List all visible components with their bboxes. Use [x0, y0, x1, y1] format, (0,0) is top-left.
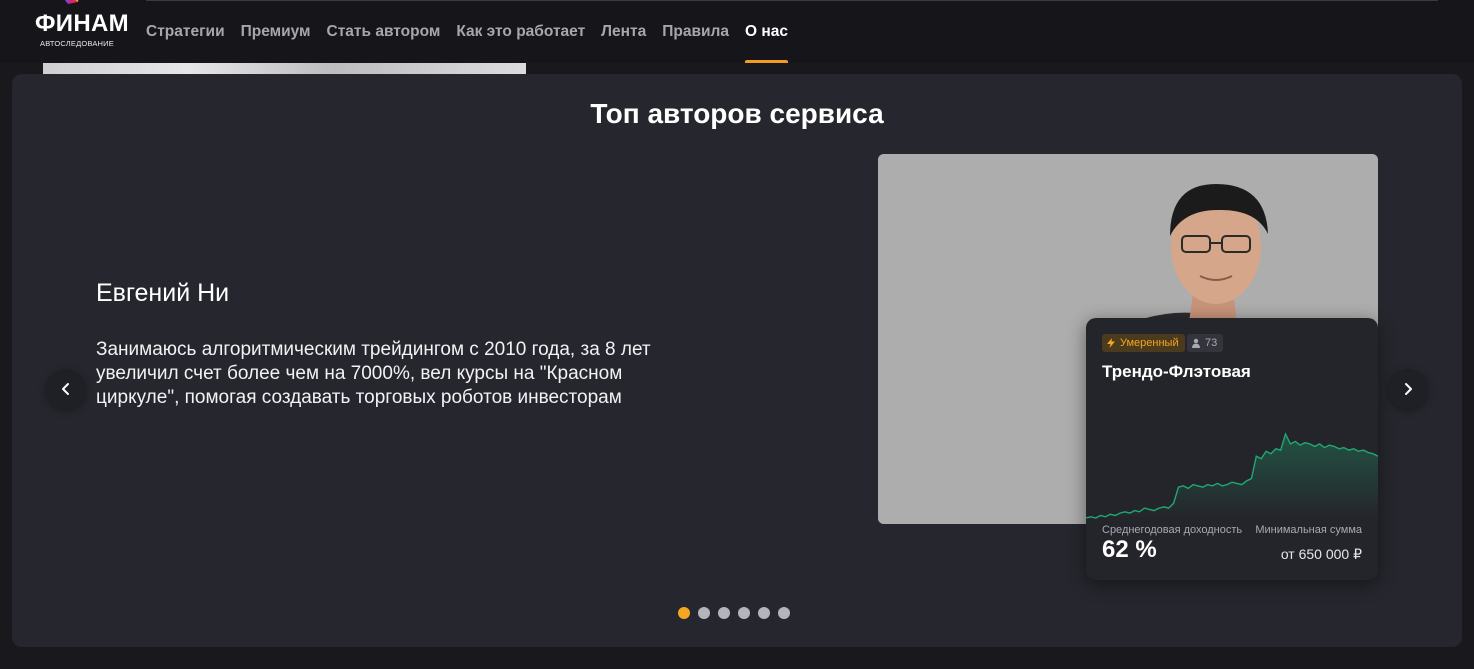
yield-value: 62 %	[1102, 536, 1157, 563]
carousel-pagination	[678, 607, 790, 619]
top-navigation-bar: ФИНАМ АВТОСЛЕДОВАНИЕ Стратегии Премиум Ста…	[0, 0, 1474, 63]
nav-item-6[interactable]: Правила	[662, 0, 729, 63]
carousel-dot-5[interactable]	[758, 607, 770, 619]
carousel-dot-2[interactable]	[698, 607, 710, 619]
main-nav: Стратегии Премиум Стать автором Как это раб…	[146, 0, 788, 63]
author-bio: Занимаюсь алгоритмическим трейдингом с 2…	[96, 339, 651, 408]
author-name: Евгений Ни	[96, 279, 230, 307]
strategy-yield-chart	[1086, 432, 1378, 520]
nav-item-4[interactable]: Как это работает	[456, 0, 585, 63]
chevron-right-icon	[1405, 383, 1412, 395]
min-sum-label: Минимальная сумма	[1255, 524, 1362, 536]
lightning-icon	[1107, 338, 1115, 348]
brand-subtitle: АВТОСЛЕДОВАНИЕ	[40, 39, 114, 48]
strategy-card[interactable]: Умеренный 73 Трендо-Флэтовая Среднегодов…	[1086, 318, 1378, 580]
user-icon	[1192, 338, 1200, 348]
carousel-dot-4[interactable]	[738, 607, 750, 619]
yield-label: Среднегодовая доходность	[1102, 524, 1243, 536]
carousel-dot-6[interactable]	[778, 607, 790, 619]
nav-item-1[interactable]: Стратегии	[146, 0, 225, 63]
risk-badge: Умеренный	[1102, 334, 1185, 352]
chevron-left-icon	[62, 383, 69, 395]
nav-item-2[interactable]: Премиум	[241, 0, 311, 63]
carousel-prev-button[interactable]	[46, 369, 86, 409]
strategy-name: Трендо-Флэтовая	[1102, 362, 1251, 381]
subscribers-badge: 73	[1187, 334, 1224, 352]
nav-item-3[interactable]: Стать автором	[327, 0, 441, 63]
previous-section-image	[43, 63, 526, 74]
nav-item-5[interactable]: Лента	[601, 0, 646, 63]
carousel-next-button[interactable]	[1388, 369, 1428, 409]
min-sum-value: от 650 000 ₽	[1280, 546, 1362, 562]
subscribers-count: 73	[1205, 337, 1218, 349]
brand-logo[interactable]: ФИНАМ АВТОСЛЕДОВАНИЕ	[34, 0, 130, 55]
top-authors-section: Топ авторов сервиса Евгений Ни Занимаюсь…	[12, 74, 1462, 647]
risk-label: Умеренный	[1120, 337, 1179, 349]
brand-name: ФИНАМ	[35, 10, 129, 37]
carousel-dot-1[interactable]	[678, 607, 690, 619]
section-title: Топ авторов сервиса	[590, 98, 884, 129]
nav-item-7[interactable]: О нас	[745, 0, 788, 63]
carousel-dot-3[interactable]	[718, 607, 730, 619]
